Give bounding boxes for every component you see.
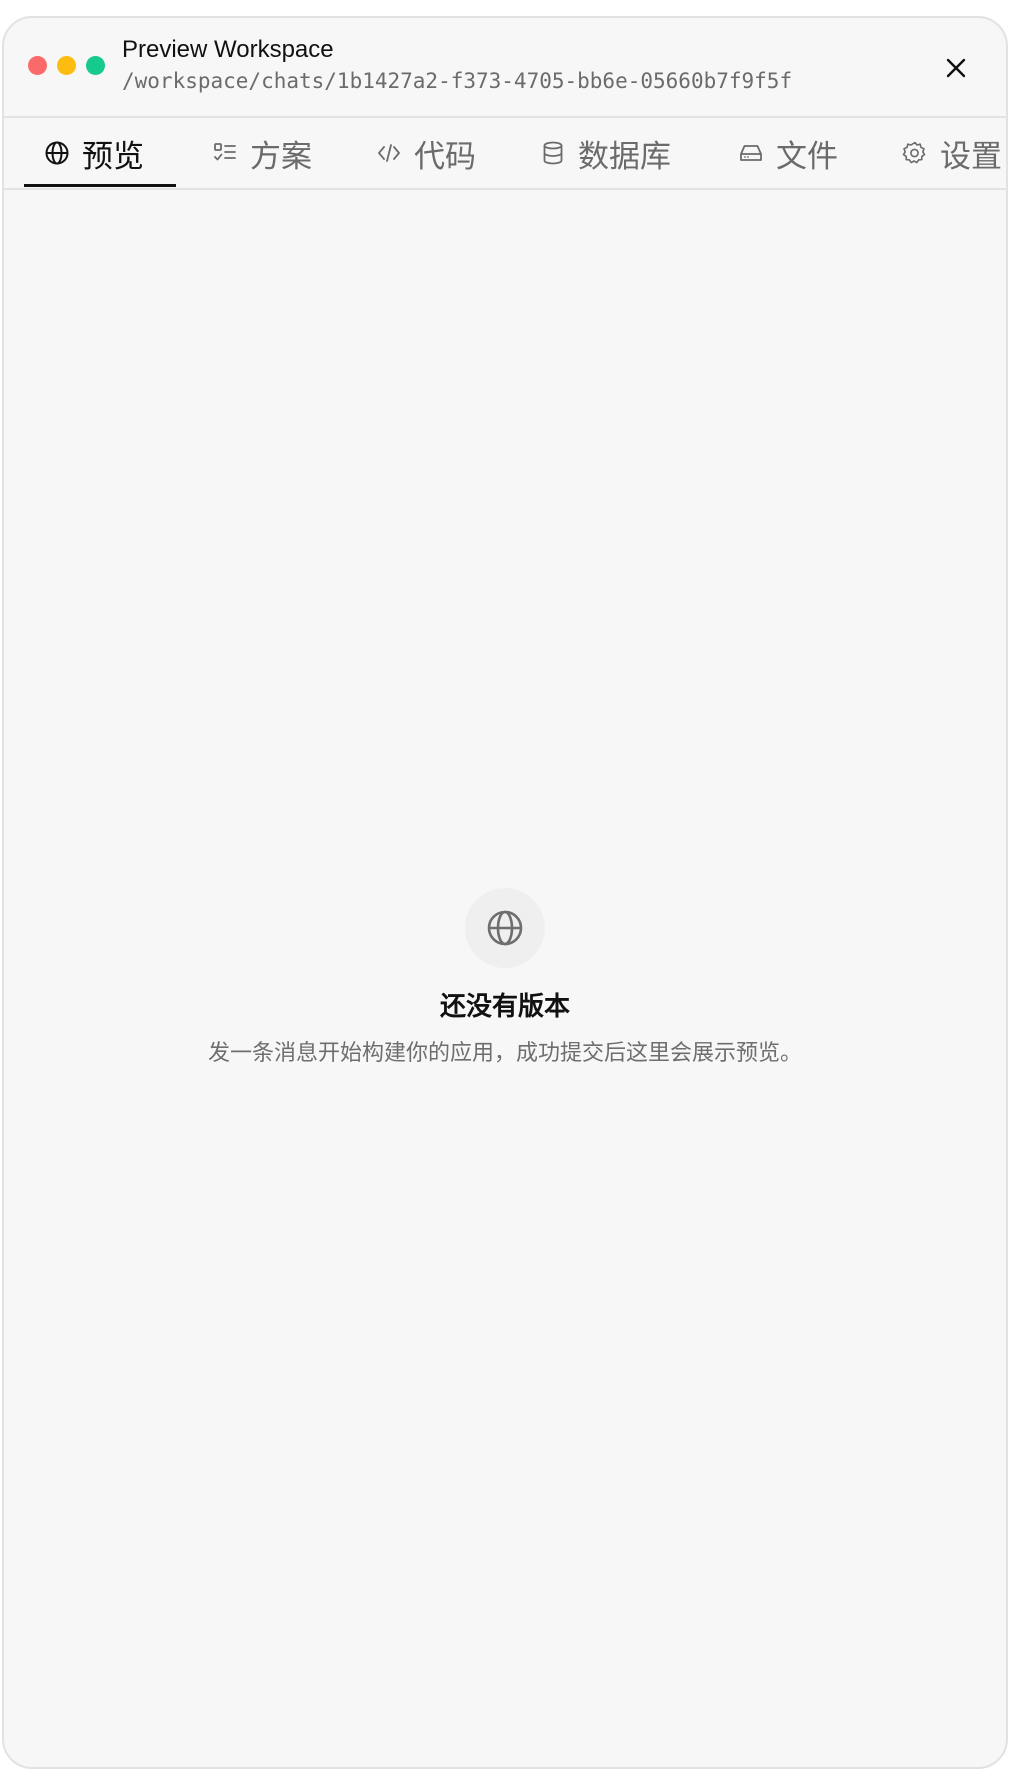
- drive-icon: [740, 145, 762, 161]
- tab-bar: 预览 方案 代码 数据库 文件 设置: [4, 118, 1006, 190]
- code-icon: [378, 144, 400, 162]
- empty-state-icon-wrap: [465, 888, 545, 968]
- empty-state: 还没有版本 发一条消息开始构建你的应用，成功提交后这里会展示预览。: [4, 888, 1006, 1070]
- tab-plan[interactable]: 方案: [212, 118, 312, 188]
- tab-label: 数据库: [578, 138, 671, 174]
- tab-label: 方案: [250, 138, 312, 174]
- tab-label: 代码: [414, 138, 476, 174]
- gear-icon: [902, 141, 926, 164]
- tab-label: 设置: [940, 138, 1002, 174]
- title-block: Preview Workspace /workspace/chats/1b142…: [122, 36, 792, 96]
- workspace-path: /workspace/chats/1b1427a2-f373-4705-bb6e…: [122, 69, 793, 93]
- globe-icon: [45, 141, 69, 165]
- active-tab-indicator: [24, 184, 176, 187]
- maximize-window-dot[interactable]: [86, 56, 105, 75]
- window-title: Preview Workspace: [122, 36, 334, 63]
- tab-code[interactable]: 代码: [376, 118, 476, 188]
- preview-window: Preview Workspace /workspace/chats/1b142…: [2, 16, 1008, 1769]
- window-controls: [28, 56, 105, 75]
- tab-label: 预览: [82, 138, 144, 174]
- empty-state-subtitle: 发一条消息开始构建你的应用，成功提交后这里会展示预览。: [207, 1040, 802, 1065]
- tab-files[interactable]: 文件: [738, 118, 838, 188]
- close-icon: [946, 58, 966, 78]
- close-window-dot[interactable]: [28, 56, 47, 75]
- close-button[interactable]: [942, 54, 970, 82]
- database-icon: [543, 141, 563, 165]
- tab-database[interactable]: 数据库: [540, 118, 671, 188]
- globe-icon: [487, 910, 523, 946]
- tab-preview[interactable]: 预览: [44, 118, 144, 188]
- tab-label: 文件: [776, 138, 838, 174]
- tab-settings[interactable]: 设置: [902, 118, 1002, 188]
- empty-state-title: 还没有版本: [439, 991, 570, 1021]
- minimize-window-dot[interactable]: [57, 56, 76, 75]
- checklist-icon: [214, 143, 236, 161]
- title-bar: Preview Workspace /workspace/chats/1b142…: [4, 18, 1006, 118]
